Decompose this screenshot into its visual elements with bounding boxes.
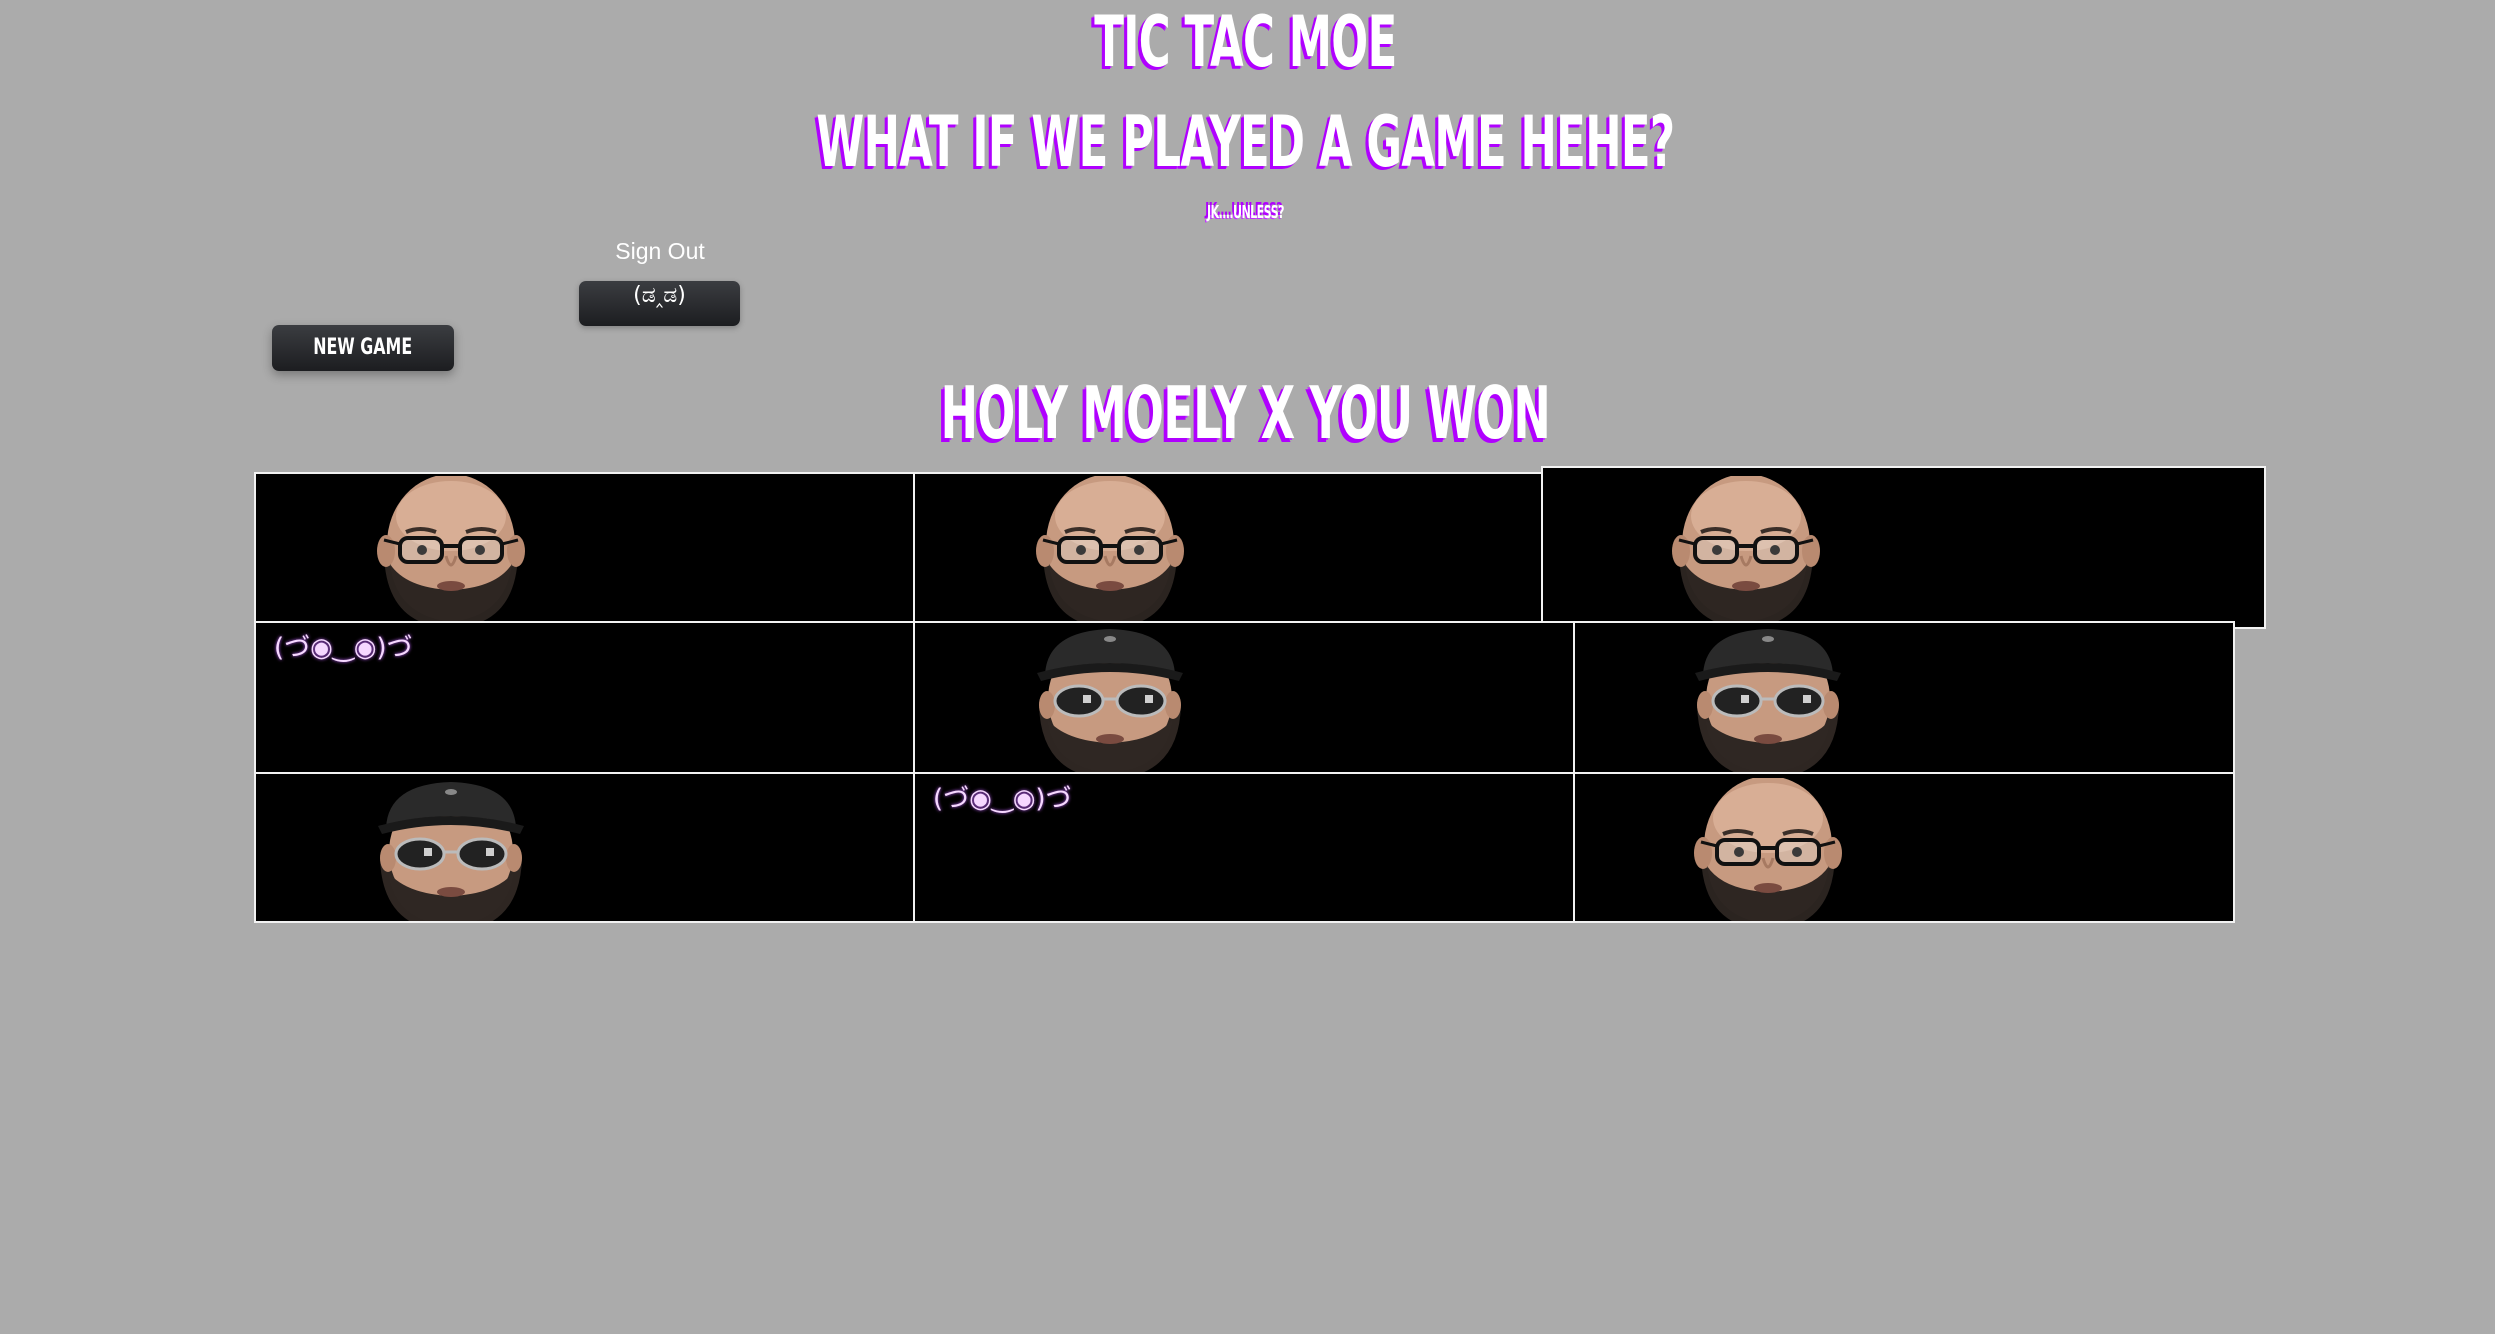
- face-cap-sunglasses-icon: [1015, 625, 1205, 774]
- page-tagline: JK....UNLESS?: [1206, 202, 1285, 223]
- new-game-button[interactable]: NEW GAME: [272, 325, 454, 371]
- new-game-label: NEW GAME: [313, 335, 413, 360]
- sign-out-label: Sign Out: [615, 238, 705, 264]
- board-cell-9[interactable]: [1573, 772, 2235, 923]
- face-glasses-icon: [356, 476, 546, 623]
- face-cap-sunglasses-icon: [356, 778, 546, 923]
- face-glasses-icon: [1015, 476, 1205, 623]
- tic-tac-moe-page: { "header": { "title": "TIC TAC MOE", "s…: [0, 0, 2495, 1334]
- board-cell-7[interactable]: [254, 772, 915, 923]
- page-subtitle: WHAT IF WE PLAYED A GAME HEHE?: [816, 101, 1675, 183]
- page-title: TIC TAC MOE: [1094, 1, 1397, 83]
- board-cell-5[interactable]: [913, 621, 1575, 774]
- face-cap-sunglasses-icon: [1673, 625, 1863, 774]
- board-cell-3[interactable]: [1541, 466, 2266, 629]
- face-glasses-icon: [1673, 778, 1863, 923]
- game-status-message: HOLY MOELY X YOU WON: [940, 371, 1551, 455]
- board-cell-emote: (づ◉‿◉)づ: [274, 633, 413, 663]
- board-cell-emote: (づ◉‿◉)づ: [933, 784, 1072, 814]
- face-glasses-icon: [1651, 476, 1841, 626]
- board-cell-4[interactable]: (づ◉‿◉)づ: [254, 621, 915, 774]
- board-cell-2[interactable]: [913, 472, 1543, 623]
- board-cell-6[interactable]: [1573, 621, 2235, 774]
- sign-out-button[interactable]: (ಡ‸ಡ): [579, 281, 740, 326]
- board-cell-8[interactable]: (づ◉‿◉)づ: [913, 772, 1575, 923]
- board-cell-1[interactable]: [254, 472, 915, 623]
